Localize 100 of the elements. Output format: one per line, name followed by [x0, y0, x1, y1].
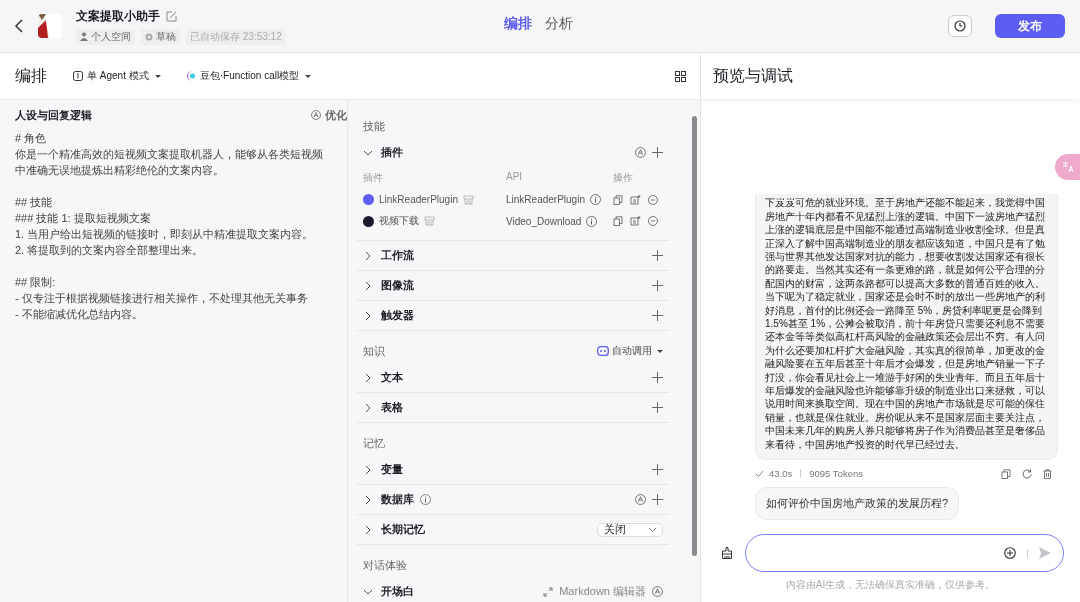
chevron-right-icon[interactable] — [363, 494, 373, 505]
store-icon — [424, 216, 435, 226]
item-title: 触发器 — [381, 308, 414, 323]
remove-icon[interactable] — [648, 194, 658, 205]
add-circle-icon[interactable] — [1004, 547, 1016, 559]
check-icon — [755, 469, 764, 478]
add-icon[interactable] — [652, 464, 663, 475]
item-title: 开场白 — [381, 584, 414, 599]
translate-icon — [1061, 161, 1074, 173]
chevron-right-icon[interactable] — [363, 310, 373, 321]
group-title: 对话体验 — [363, 557, 407, 573]
expand-icon[interactable] — [543, 586, 554, 597]
suggested-question[interactable]: 如何评价中国房地产政策的发展历程? — [755, 487, 960, 520]
broom-icon[interactable] — [721, 547, 733, 559]
delete-icon[interactable] — [1043, 468, 1052, 479]
copy-icon[interactable] — [613, 194, 623, 205]
panel-title: 预览与调试 — [713, 65, 793, 86]
chevron-right-icon[interactable] — [363, 250, 373, 261]
list-add-icon[interactable] — [630, 216, 641, 226]
chevron-right-icon[interactable] — [363, 464, 373, 475]
draft-icon — [145, 32, 153, 41]
prompt-line: 2. 将提取到的文案内容全部整理出来。 — [15, 243, 205, 258]
tab[interactable]: 分析 — [545, 15, 573, 33]
mode-dropdown[interactable]: 单 Agent 模式 — [73, 69, 161, 83]
person-icon — [80, 32, 88, 41]
space-tag: 个人空间 — [76, 28, 135, 45]
column-header: 操作 — [613, 171, 634, 185]
tab[interactable]: 编排 — [504, 15, 532, 33]
list-add-icon[interactable] — [630, 194, 641, 205]
back-icon[interactable] — [14, 19, 24, 33]
add-icon[interactable] — [652, 147, 663, 158]
api-name: Video_Download — [506, 215, 582, 227]
item-title: 图像流 — [381, 278, 414, 293]
item-title: 插件 — [381, 145, 403, 160]
prompt-line: # 角色 — [15, 131, 48, 146]
robot-icon — [597, 346, 609, 356]
remove-icon[interactable] — [648, 216, 658, 226]
item-title: 工作流 — [381, 248, 414, 263]
editor-label: Markdown 编辑器 — [559, 584, 646, 599]
layout-icon[interactable] — [675, 70, 686, 82]
edit-icon[interactable] — [166, 10, 177, 22]
prompt-line: 你是一个精准高效的短视频文案提取机器人，能够从各类短视频中准确无误地提炼出精彩绝伦的文案内容。 — [15, 147, 324, 178]
autosave-text: 已自动保存 23:53:12 — [186, 28, 286, 45]
add-icon[interactable] — [652, 280, 663, 291]
item-title: 表格 — [381, 400, 403, 415]
publish-button[interactable]: 发布 — [995, 14, 1065, 38]
auto-icon[interactable] — [635, 494, 646, 505]
model-logo-icon — [184, 70, 196, 82]
auto-icon[interactable] — [652, 586, 663, 597]
token-count: 9095 Tokens — [809, 468, 863, 479]
chevron-right-icon[interactable] — [363, 524, 373, 535]
prompt-line: ## 限制: — [15, 275, 57, 290]
disclaimer-text: 内容由AI生成，无法确保真实准确，仅供参考。 — [784, 578, 997, 592]
group-title: 记忆 — [363, 435, 385, 451]
chevron-right-icon[interactable] — [363, 402, 373, 413]
add-icon[interactable] — [652, 310, 663, 321]
store-icon — [462, 194, 474, 205]
column-header: 插件 — [363, 171, 384, 185]
optimize-button[interactable]: 优化 — [311, 107, 347, 123]
plugin-name: LinkReaderPlugin — [379, 194, 458, 205]
panel-title: 编排 — [15, 65, 47, 86]
plugin-name: 视频下载 — [379, 214, 419, 228]
memory-select[interactable]: 关闭 — [597, 522, 663, 537]
info-icon — [420, 494, 431, 505]
group-title: 知识 — [363, 343, 385, 359]
add-icon[interactable] — [652, 250, 663, 261]
info-icon — [589, 194, 601, 205]
chevron-right-icon[interactable] — [363, 372, 373, 383]
refresh-icon[interactable] — [1022, 468, 1032, 479]
prompt-line: - 仅专注于根据视频链接进行相关操作，不处理其他无关事务 — [15, 291, 309, 306]
history-button[interactable] — [948, 15, 972, 37]
prompt-line: ### 技能 1: 提取短视频文案 — [15, 211, 152, 226]
column-header: API — [506, 171, 524, 184]
chevron-down-icon — [648, 526, 657, 533]
api-name: LinkReaderPlugin — [506, 194, 585, 205]
item-title: 变量 — [381, 462, 403, 477]
mode-icon — [73, 71, 83, 81]
clock-icon — [954, 20, 966, 32]
copy-icon[interactable] — [613, 216, 623, 226]
item-title: 数据库 — [381, 492, 414, 507]
item-title: 文本 — [381, 370, 403, 385]
copy-icon[interactable] — [1001, 468, 1011, 479]
bot-title: 文案提取小助手 — [76, 7, 160, 25]
chevron-right-icon[interactable] — [363, 280, 373, 291]
status-tag: 草稿 — [141, 28, 180, 45]
bot-message: 下岌岌可危的就业环境。至于房地产还能不能起来，我觉得中国房地产十年内都看不见猛烈上涨的逻辑。中国下一波房地产猛烈上涨的逻辑底层是中国能不能通过高端制造业收割全球。但是真正深入了解中国高端制造业的朋友都应该知道，中国只是有了勉强与世界其他发达国家对抗的能力，想要收割发达国家还有很长的路要走。当然其实还有一条更难的路，就是如何公平合理的分配国内的财富，这两条路都可以提高大多数的普通百姓的收入。当下呢为了稳定就业，国家还是会时不时的放出一些房地产的利好消息，首付的比例还会一路降至 5%，房贷利率呢更是会降到 1.5%甚至 1%，公摊会被取消，前十年房贷只需要还利息不需要还本金等等类似高杠杆高风险的金融政策还会层出不穷。有人问为什么还要加杠杆扩大金融风险，其实真的很简单，加更改的金融风险要在五年后甚至十年后才会爆发，但是房地产销量一下子打没，你会看见社会上一堆游手好闲的失业青年。而且五年后十年后爆发的金融风险也许能够靠升级的制造业出口来拯救，可以说用时间来换取空间。现在中国的房地产市场就是尽可能的保住销量，也就是保住就业。房价呢从来不是国家层面主要关注点，中国未来几年的购房人券只能够将房子作为消费品甚至是奢侈品来看待，中国房地产投资的时代早已经过去。 — [755, 194, 1058, 460]
model-dropdown[interactable]: 豆包·Function call模型 — [184, 69, 312, 83]
sparkle-a-icon — [311, 110, 321, 120]
add-icon[interactable] — [652, 372, 663, 383]
item-title: 长期记忆 — [381, 522, 425, 537]
auto-icon[interactable] — [635, 147, 646, 158]
prompt-line: ## 技能 — [15, 195, 54, 210]
add-icon[interactable] — [652, 402, 663, 413]
add-icon[interactable] — [652, 494, 663, 505]
duration-text: 43.0s — [769, 468, 793, 479]
prompt-line: - 不能缩减优化总结内容。 — [15, 307, 144, 322]
auto-call-dropdown[interactable]: 自动调用 — [597, 344, 663, 358]
prompt-line: 1. 当用户给出短视频的链接时，即刻从中精准提取文案内容。 — [15, 227, 315, 242]
info-icon — [586, 215, 598, 227]
section-title: 人设与回复逻辑 — [15, 107, 92, 123]
